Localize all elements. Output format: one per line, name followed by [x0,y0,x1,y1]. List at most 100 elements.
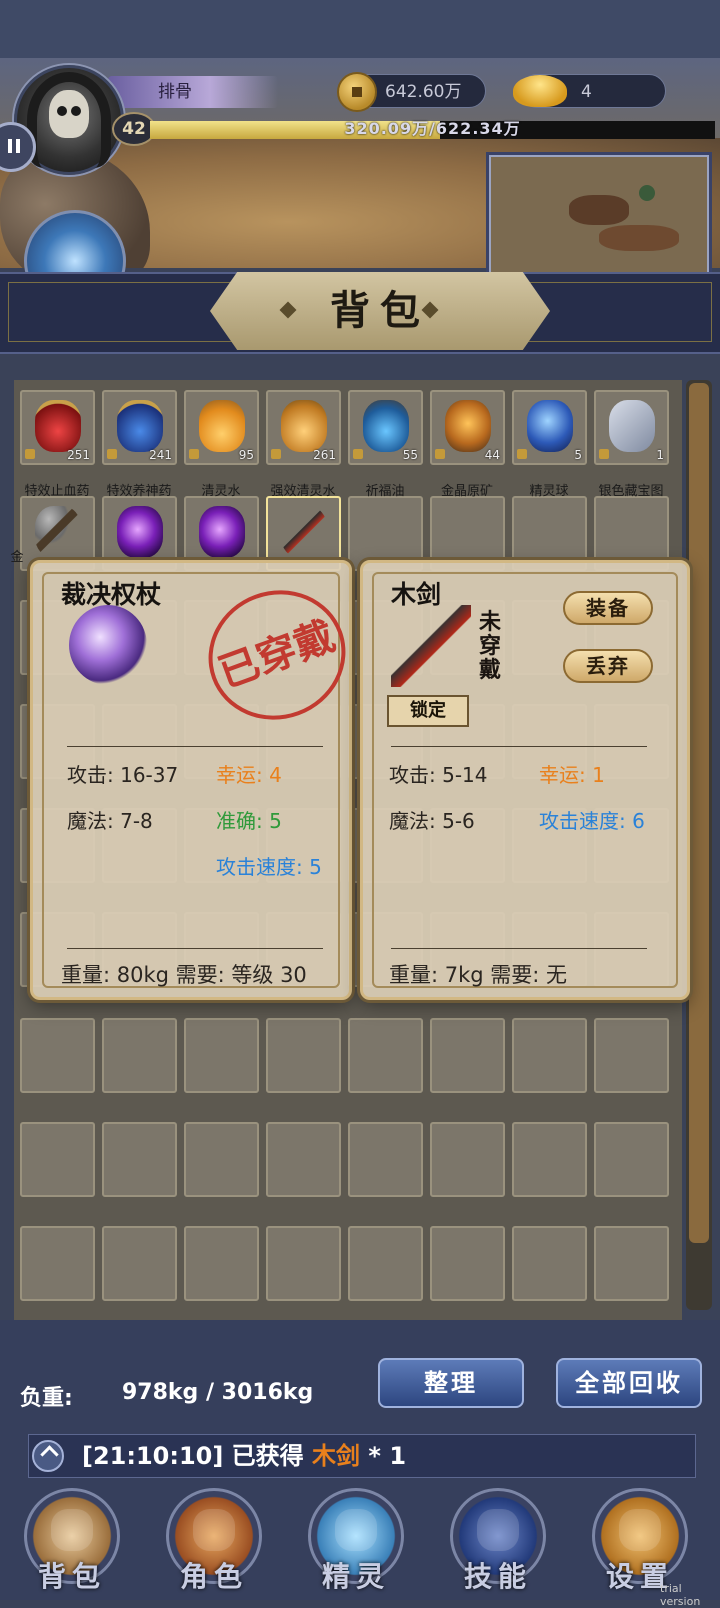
exp-text: 320.09万/622.34万 [344,119,521,138]
bound-lock-icon [599,449,609,459]
treasure-map-icon [609,400,655,452]
inventory-slot[interactable] [348,1122,423,1197]
bound-lock-icon [435,449,445,459]
red-potion-icon [35,400,81,452]
item-name-label: 强效清灵水 [270,484,336,499]
inventory-slot[interactable] [594,1226,669,1301]
item-quantity: 44 [484,448,500,462]
attack-speed-stat: 攻击速度: 6 [539,809,645,833]
divider [391,948,647,949]
bound-lock-icon [107,449,117,459]
item-name-label: 特效养神药 [106,484,172,499]
weight-label: 负重: [20,1386,73,1411]
bound-lock-icon [271,449,281,459]
item-quantity: 1 [656,448,664,462]
inventory-slot[interactable] [594,1122,669,1197]
divider [67,948,323,949]
divider [67,746,323,747]
purple-orb-icon [199,506,245,558]
spirit-orb-icon [527,400,573,452]
inventory-slot[interactable] [594,1018,669,1093]
inventory-slot[interactable] [512,1122,587,1197]
inventory-slot[interactable] [20,1226,95,1301]
inventory-slot[interactable] [20,1122,95,1197]
inventory-scroll-thumb[interactable] [689,383,709,1243]
settings-icon [619,1509,661,1551]
item-name-label: 精灵球 [529,484,569,499]
inventory-slot[interactable] [20,1018,95,1093]
recycle-all-button[interactable]: 全部回收 [556,1358,702,1408]
bound-lock-icon [25,449,35,459]
inventory-slot[interactable] [102,1226,177,1301]
player-name: 排骨 [108,76,278,108]
coin-icon [337,72,377,112]
bound-lock-icon [353,449,363,459]
inventory-slot[interactable] [184,1018,259,1093]
item-quantity: 241 [149,448,172,462]
bound-lock-icon [517,449,527,459]
log-item-name: 木剑 [312,1442,361,1470]
inventory-slot[interactable]: 251 [20,390,95,465]
gold-jar-icon [281,400,327,452]
inventory-slot[interactable]: 95 [184,390,259,465]
item-quantity: 5 [574,448,582,462]
luck-stat: 幸运: 1 [539,763,605,787]
item-requirements: 重量: 7kg 需要: 无 [389,963,568,987]
inventory-slot[interactable] [512,1226,587,1301]
inventory-slot[interactable] [430,1122,505,1197]
equip-button[interactable]: 装备 [563,591,653,625]
inventory-slot[interactable]: 261 [266,390,341,465]
luck-stat: 幸运: 4 [216,763,282,787]
attack-speed-stat: 攻击速度: 5 [216,855,322,879]
blue-potion-icon [117,400,163,452]
nav-label: 角色 [179,1560,248,1593]
orange-flask-icon [199,400,245,452]
coin-amount: 642.60万 [385,82,462,102]
equipped-item-card: 裁决权杖 已穿戴 攻击: 16-37 幸运: 4 魔法: 7-8 准确: 5 攻… [30,560,364,1000]
attack-stat: 攻击: 5-14 [389,763,488,787]
inventory-slot[interactable]: 55 [348,390,423,465]
inventory-slot[interactable] [512,1018,587,1093]
log-message: [21:10:10] 已获得 木剑 * 1 [82,1434,406,1478]
inventory-slot[interactable] [184,1226,259,1301]
sword-icon [281,506,327,558]
item-name-label: 特效止血药 [24,484,90,499]
trial-watermark: trial version [660,1582,701,1608]
skill-book-icon [477,1509,519,1551]
unequipped-status: 未穿戴 [479,610,502,683]
bag-title: 背包 [330,287,430,334]
lock-button[interactable]: 锁定 [387,695,469,727]
inventory-slot[interactable] [266,1018,341,1093]
inventory-slot[interactable] [102,1122,177,1197]
nav-label: 精灵 [321,1560,390,1593]
inventory-slot[interactable] [266,1226,341,1301]
wooden-sword-icon [391,605,471,687]
inventory-slot[interactable]: 44 [430,390,505,465]
top-status-strip [0,0,720,58]
inventory-slot[interactable]: 241 [102,390,177,465]
item-name-label: 清灵水 [201,484,241,499]
divider [391,746,647,747]
inventory-slot[interactable]: 1 [594,390,669,465]
minimap[interactable] [486,152,712,278]
expand-log-icon[interactable] [32,1440,64,1472]
purple-orb-icon [117,506,163,558]
inventory-slot[interactable] [102,1018,177,1093]
discard-button[interactable]: 丢弃 [563,649,653,683]
inventory-slot[interactable] [430,1226,505,1301]
weight-value: 978kg / 3016kg [122,1380,314,1405]
inventory-slot[interactable] [430,1018,505,1093]
nav-label: 背包 [37,1560,106,1593]
sort-button[interactable]: 整理 [378,1358,524,1408]
inventory-slot[interactable] [266,1122,341,1197]
magic-stat: 魔法: 5-6 [389,809,475,833]
inventory-slot[interactable] [348,1018,423,1093]
magic-stat: 魔法: 7-8 [67,809,153,833]
bag-icon [51,1509,93,1551]
item-name-label: 祈福油 [365,484,405,499]
inventory-slot[interactable]: 5 [512,390,587,465]
item-name-label: 银色藏宝图 [598,484,664,499]
item-name-label: 金晶原矿 [440,484,493,499]
inventory-slot[interactable] [348,1226,423,1301]
inventory-slot[interactable] [184,1122,259,1197]
